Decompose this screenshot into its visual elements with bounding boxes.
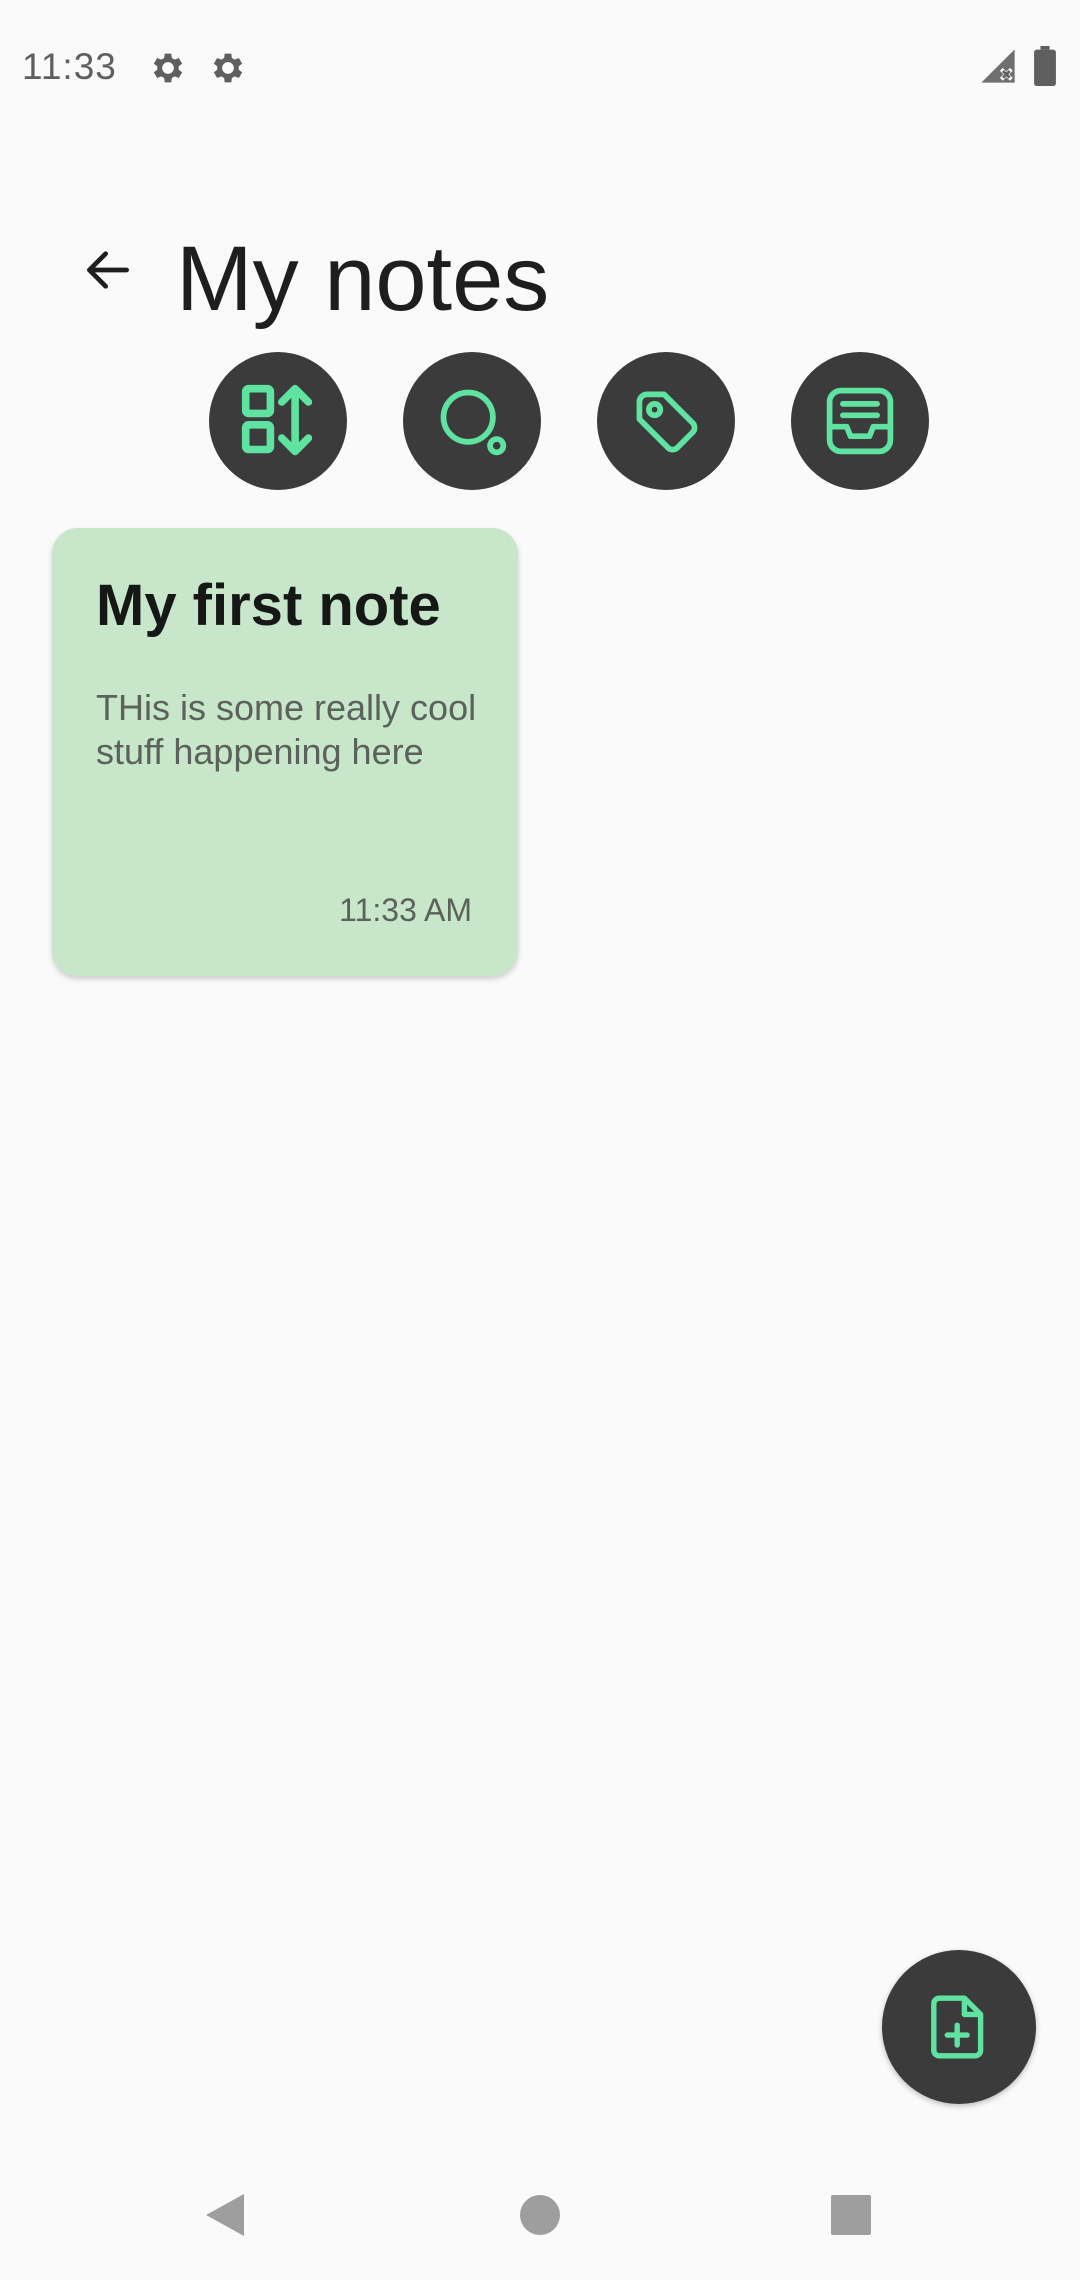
- note-time: 11:33 AM: [339, 892, 472, 928]
- status-right-icons: [978, 46, 1058, 91]
- note-card[interactable]: My first note THis is some really cool s…: [52, 528, 518, 976]
- sort-layout-icon: [241, 384, 313, 456]
- tags-button[interactable]: [597, 352, 735, 490]
- back-button[interactable]: [66, 228, 150, 312]
- search-button[interactable]: [403, 352, 541, 490]
- new-note-icon: [931, 1995, 984, 2059]
- note-title: My first note: [96, 573, 441, 638]
- arrow-left-icon: [87, 251, 129, 289]
- screen: 11:33 My notes My first note THis is som…: [0, 0, 1080, 2280]
- page-title: My notes: [176, 228, 550, 330]
- settings-icon: [148, 48, 188, 88]
- signal-icon: [978, 46, 1018, 91]
- new-note-button[interactable]: [882, 1950, 1036, 2104]
- tag-icon: [636, 391, 698, 453]
- back-triangle-icon: [206, 2194, 244, 2236]
- settings-icon: [208, 48, 248, 88]
- recents-square-icon: [831, 2195, 871, 2235]
- navigation-bar: [0, 2150, 1080, 2280]
- home-circle-icon: [520, 2195, 560, 2235]
- sort-button[interactable]: [209, 352, 347, 490]
- nav-home-button[interactable]: [495, 2170, 585, 2260]
- battery-icon: [1032, 46, 1058, 91]
- status-time: 11:33: [22, 46, 117, 87]
- archive-button[interactable]: [791, 352, 929, 490]
- nav-recents-button[interactable]: [806, 2170, 896, 2260]
- archive-icon: [826, 387, 894, 455]
- note-body: THis is some really cool stuff happening…: [96, 687, 477, 772]
- search-icon: [440, 389, 507, 456]
- status-bar: 11:33: [0, 0, 1080, 136]
- nav-back-button[interactable]: [180, 2170, 270, 2260]
